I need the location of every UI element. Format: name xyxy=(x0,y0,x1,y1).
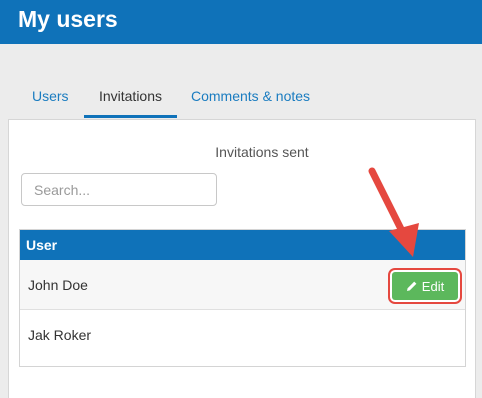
table-row: Jak Roker xyxy=(20,310,465,366)
user-name: Jak Roker xyxy=(28,327,92,343)
edit-button[interactable]: Edit xyxy=(392,272,458,300)
user-name: John Doe xyxy=(28,277,88,293)
edit-button-label: Edit xyxy=(421,278,445,294)
red-arrow-icon xyxy=(368,167,419,257)
table-row: John Doe Edit xyxy=(20,260,465,310)
tab-users[interactable]: Users xyxy=(20,80,84,118)
tab-invitations[interactable]: Invitations xyxy=(84,80,177,118)
pencil-icon xyxy=(406,281,417,291)
search-input[interactable] xyxy=(21,173,217,206)
app-header: My users xyxy=(0,0,482,44)
panel-caption: Invitations sent xyxy=(215,144,309,160)
tab-comments-notes[interactable]: Comments & notes xyxy=(181,80,321,118)
column-header-user: User xyxy=(26,237,58,253)
page-title: My users xyxy=(18,6,118,32)
